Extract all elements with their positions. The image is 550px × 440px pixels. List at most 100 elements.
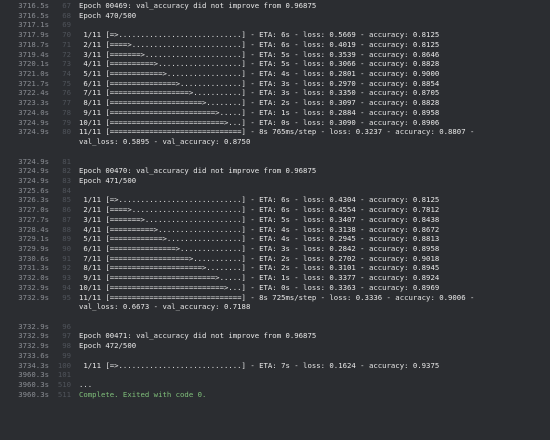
log-line: 3717.1s 69 bbox=[0, 20, 550, 30]
log-text: 8/11 [=====================>........] - … bbox=[79, 263, 440, 273]
log-timestamp: 3727.0s bbox=[18, 205, 49, 215]
log-line: 3730.6s 91 7/11 [==================>.....… bbox=[0, 254, 550, 264]
log-line: 3960.3s 511 Complete. Exited with code 0. bbox=[0, 390, 550, 400]
log-timestamp bbox=[0, 302, 49, 312]
log-timestamp: 3721.7s bbox=[18, 78, 49, 88]
log-timestamp: 3724.9s bbox=[18, 156, 49, 166]
log-line-number: 95 bbox=[62, 292, 71, 302]
log-text: Epoch 471/500 bbox=[79, 175, 137, 185]
log-line: 3727.7s 87 3/11 [=======>................… bbox=[0, 215, 550, 225]
log-line-number: 100 bbox=[57, 360, 71, 370]
log-line: 3717.9s 70 1/11 [=>......................… bbox=[0, 30, 550, 40]
log-timestamp: 3728.4s bbox=[18, 224, 49, 234]
log-line: 3726.3s 85 1/11 [=>......................… bbox=[0, 195, 550, 205]
log-timestamp: 3729.9s bbox=[18, 243, 49, 253]
log-line-number: 92 bbox=[62, 263, 71, 273]
console-output: 3716.5s 67 Epoch 00469: val_accuracy did n… bbox=[0, 0, 550, 440]
log-text: 1/11 [=>............................] - … bbox=[79, 360, 440, 370]
log-text: ... bbox=[79, 380, 93, 390]
log-timestamp: 3729.1s bbox=[18, 234, 49, 244]
log-line: 3732.9s 97 Epoch 00471: val_accuracy did n… bbox=[0, 331, 550, 341]
log-line-number bbox=[49, 312, 71, 322]
log-line-number: 70 bbox=[62, 30, 71, 40]
log-line: 3720.1s 73 4/11 [==========>.............… bbox=[0, 59, 550, 69]
log-line: 3716.5s 68 Epoch 470/500 bbox=[0, 11, 550, 21]
log-text: 1/11 [=>............................] - … bbox=[79, 30, 440, 40]
log-text: 3/11 [=======>......................] - … bbox=[79, 49, 440, 59]
log-text: 10/11 [==========================>...] -… bbox=[79, 117, 440, 127]
log-text: Epoch 00470: val_accuracy did not improv… bbox=[79, 166, 317, 176]
log-text: Epoch 00471: val_accuracy did not improv… bbox=[79, 331, 317, 341]
log-text: 10/11 [==========================>...] -… bbox=[79, 282, 440, 292]
log-line bbox=[0, 312, 550, 322]
log-text: Epoch 00469: val_accuracy did not improv… bbox=[79, 1, 317, 10]
log-line: 3724.0s 78 9/11 [========================… bbox=[0, 108, 550, 118]
log-line: 3729.1s 89 5/11 [============>...........… bbox=[0, 234, 550, 244]
log-text: 5/11 [============>.................] - … bbox=[79, 234, 440, 244]
log-line-number: 86 bbox=[62, 205, 71, 215]
log-line: 3727.0s 86 2/11 [====>...................… bbox=[0, 205, 550, 215]
log-line-number: 76 bbox=[62, 88, 71, 98]
log-line-number: 94 bbox=[62, 282, 71, 292]
log-timestamp: 3726.3s bbox=[18, 195, 49, 205]
log-timestamp: 3960.3s bbox=[18, 389, 49, 399]
log-line: 3718.7s 71 2/11 [====>...................… bbox=[0, 40, 550, 50]
log-line-number: 91 bbox=[62, 253, 71, 263]
log-line-number bbox=[49, 302, 71, 312]
log-text: 2/11 [====>.........................] - … bbox=[79, 39, 440, 49]
log-line: 3725.6s 84 bbox=[0, 186, 550, 196]
log-line: 3960.3s 101 bbox=[0, 370, 550, 380]
log-timestamp: 3724.9s bbox=[18, 166, 49, 176]
log-line-number: 83 bbox=[62, 175, 71, 185]
log-line: 3732.9s 96 bbox=[0, 322, 550, 332]
log-text: 8/11 [=====================>........] - … bbox=[79, 98, 440, 108]
log-line-number: 78 bbox=[62, 107, 71, 117]
log-line-number: 90 bbox=[62, 243, 71, 253]
log-timestamp: 3732.9s bbox=[18, 341, 49, 351]
log-text: 11/11 [==============================] -… bbox=[79, 292, 475, 302]
log-line-number: 93 bbox=[62, 273, 71, 283]
log-line-number: 96 bbox=[62, 321, 71, 331]
log-timestamp: 3732.9s bbox=[18, 331, 49, 341]
log-line-number: 97 bbox=[62, 331, 71, 341]
log-text: 6/11 [===============>..............] - … bbox=[79, 78, 440, 88]
log-timestamp: 3724.9s bbox=[18, 117, 49, 127]
log-line: 3732.9s 95 11/11 [========================… bbox=[0, 293, 550, 303]
log-timestamp: 3719.4s bbox=[18, 49, 49, 59]
log-text: 1/11 [=>............................] - … bbox=[79, 195, 440, 205]
log-line-number: 73 bbox=[62, 59, 71, 69]
log-text: val_loss: 0.5895 - val_accuracy: 0.8750 bbox=[79, 137, 251, 147]
log-line: 3723.3s 77 8/11 [=====================>..… bbox=[0, 98, 550, 108]
log-text: val_loss: 0.6673 - val_accuracy: 0.7188 bbox=[79, 302, 251, 312]
log-timestamp: 3724.9s bbox=[18, 127, 49, 137]
log-timestamp bbox=[0, 137, 49, 147]
log-timestamp: 3725.6s bbox=[18, 185, 49, 195]
log-timestamp: 3731.3s bbox=[18, 263, 49, 273]
log-line-number: 75 bbox=[62, 78, 71, 88]
log-line: val_loss: 0.5895 - val_accuracy: 0.8750 bbox=[0, 137, 550, 147]
log-line-number: 510 bbox=[57, 380, 71, 390]
log-line: 3724.9s 80 11/11 [========================… bbox=[0, 127, 550, 137]
log-timestamp: 3732.9s bbox=[18, 292, 49, 302]
log-line: 3729.9s 90 6/11 [===============>........… bbox=[0, 244, 550, 254]
log-timestamp bbox=[0, 312, 49, 322]
log-timestamp: 3732.9s bbox=[18, 321, 49, 331]
log-timestamp: 3733.6s bbox=[18, 350, 49, 360]
log-line-number: 98 bbox=[62, 341, 71, 351]
log-line: 3732.0s 93 9/11 [========================… bbox=[0, 273, 550, 283]
log-text: 4/11 [==========>...................] - … bbox=[79, 224, 440, 234]
log-timestamp: 3734.3s bbox=[18, 360, 49, 370]
log-text: 5/11 [============>.................] - … bbox=[79, 69, 440, 79]
log-line: 3731.3s 92 8/11 [=====================>..… bbox=[0, 263, 550, 273]
log-line-number: 81 bbox=[62, 156, 71, 166]
log-line: 3734.3s 100 1/11 [=>.....................… bbox=[0, 361, 550, 371]
log-timestamp: 3716.5s bbox=[18, 10, 49, 20]
log-line-number: 74 bbox=[62, 69, 71, 79]
log-text: 7/11 [==================>...........] - … bbox=[79, 88, 440, 98]
log-timestamp: 3718.7s bbox=[18, 39, 49, 49]
log-line-number: 99 bbox=[62, 350, 71, 360]
